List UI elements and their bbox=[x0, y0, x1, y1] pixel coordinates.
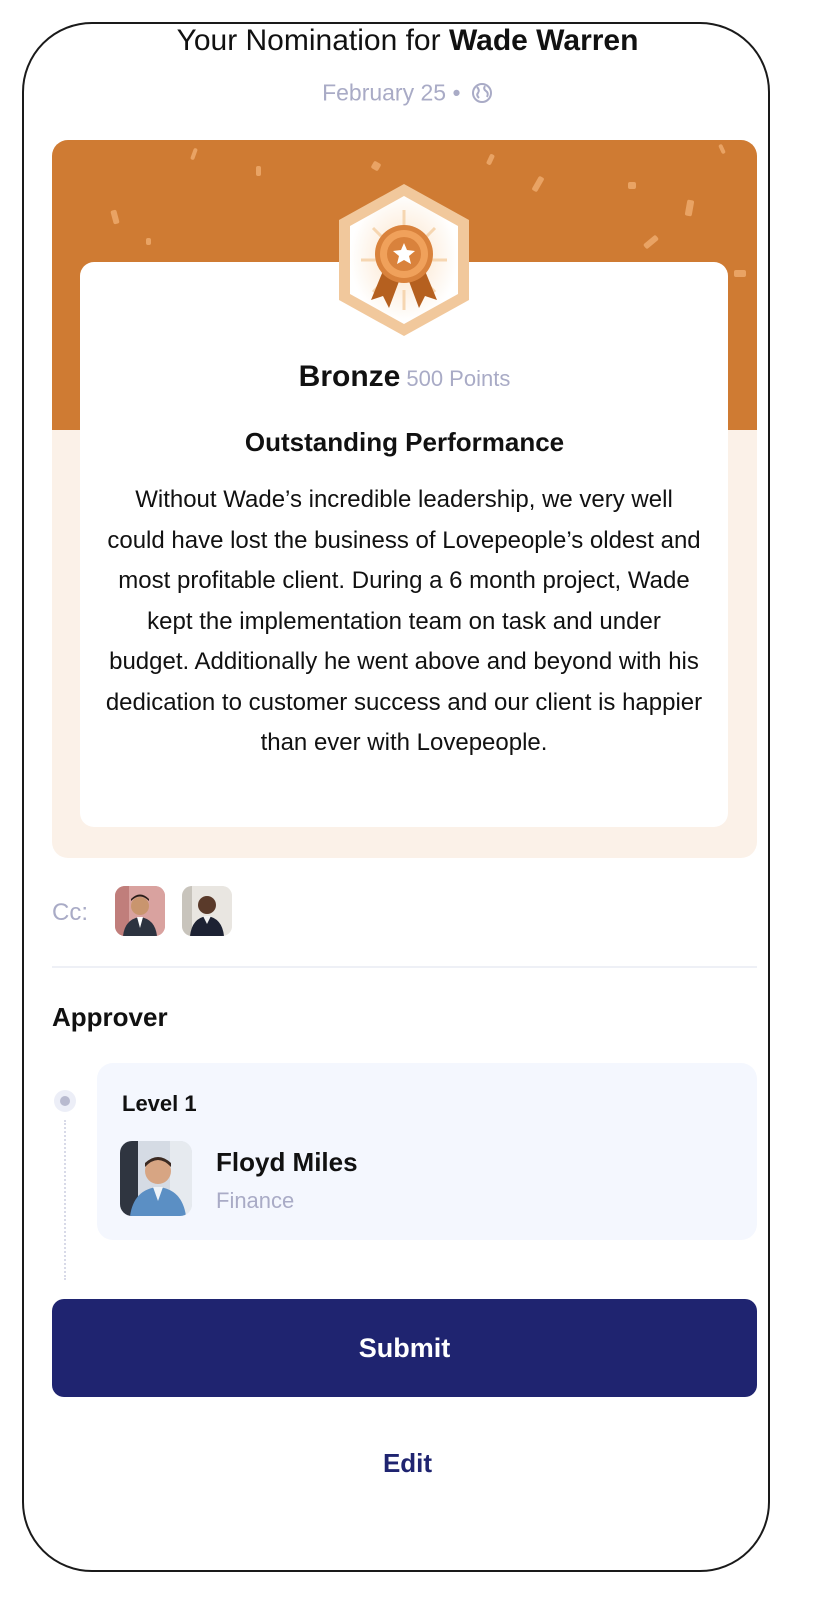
avatar[interactable] bbox=[182, 886, 232, 936]
avatar[interactable] bbox=[115, 886, 165, 936]
cc-label: Cc: bbox=[52, 899, 88, 926]
approver-department: Finance bbox=[216, 1188, 295, 1213]
nomination-meta: February 25 • bbox=[0, 78, 815, 106]
approver-level-label: Level 1 bbox=[122, 1091, 197, 1116]
nomination-date: February 25 bbox=[322, 79, 447, 106]
edit-button[interactable]: Edit bbox=[0, 1448, 815, 1479]
award-card: Bronze 500 Points Outstanding Performance… bbox=[52, 140, 757, 858]
avatar bbox=[120, 1141, 192, 1216]
confetti bbox=[256, 166, 261, 176]
cc-row: Cc: bbox=[52, 885, 452, 937]
confetti bbox=[642, 234, 660, 250]
award-level: Bronze bbox=[298, 360, 401, 393]
person-photo-icon bbox=[182, 886, 232, 936]
award-level-row: Bronze 500 Points bbox=[52, 360, 757, 394]
section-divider bbox=[52, 966, 757, 968]
award-points: 500 Points bbox=[406, 366, 511, 391]
confetti bbox=[718, 143, 726, 155]
confetti bbox=[110, 209, 120, 225]
nominee-name: Wade Warren bbox=[448, 24, 639, 57]
timeline-line bbox=[64, 1120, 66, 1280]
award-heading: Outstanding Performance bbox=[244, 427, 565, 457]
globe-icon bbox=[471, 82, 492, 103]
submit-button[interactable]: Submit bbox=[52, 1299, 757, 1397]
confetti bbox=[146, 238, 151, 245]
approver-level-card: Level 1 Floyd Miles Finance bbox=[97, 1063, 757, 1240]
confetti bbox=[734, 270, 746, 277]
ribbon-medal-icon bbox=[339, 184, 469, 336]
approver-name: Floyd Miles bbox=[216, 1147, 358, 1177]
approver-section-title: Approver bbox=[52, 1002, 168, 1032]
confetti bbox=[684, 199, 695, 217]
confetti bbox=[370, 160, 382, 172]
page-title: Your Nomination for Wade Warren bbox=[0, 24, 815, 58]
timeline-dot bbox=[54, 1090, 76, 1112]
confetti bbox=[531, 175, 545, 193]
meta-separator: • bbox=[452, 79, 461, 106]
title-prefix: Your Nomination for bbox=[176, 24, 441, 57]
confetti bbox=[190, 147, 198, 161]
confetti bbox=[628, 182, 636, 189]
person-photo-icon bbox=[115, 886, 165, 936]
award-message: Without Wade’s incredible leadership, we… bbox=[105, 486, 703, 756]
person-photo-icon bbox=[120, 1141, 192, 1216]
confetti bbox=[485, 153, 496, 166]
